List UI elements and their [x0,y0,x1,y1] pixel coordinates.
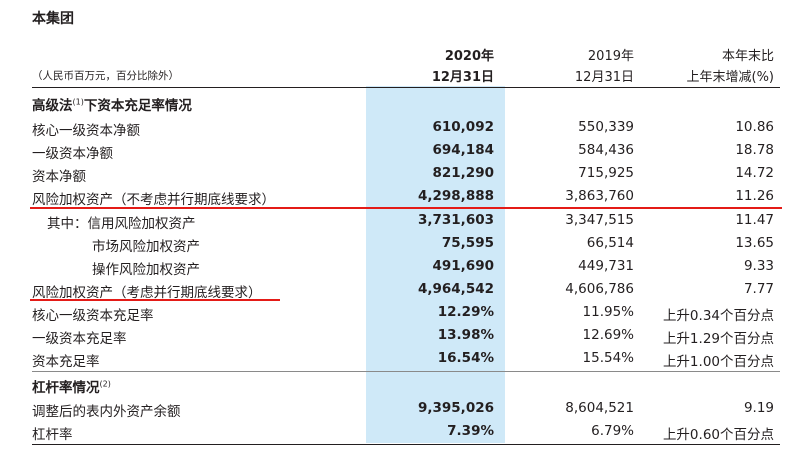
header-2019-date: 12月31日 [574,70,634,85]
header-2019-year: 2019年 [587,49,634,64]
value-2019: 3,863,760 [565,188,634,204]
table-bottom-rule [32,444,780,445]
table-row: 一级资本净额 694,184 584,436 18.78 [0,140,800,162]
value-change: 11.26 [735,188,774,204]
value-2019: 584,436 [578,142,634,158]
row-label: 资本净额 [32,169,86,185]
section-divider [32,371,780,372]
value-2020: 9,395,026 [417,400,494,416]
table-row: 市场风险加权资产 75,595 66,514 13.65 [0,233,800,255]
value-2020: 75,595 [441,235,494,251]
value-change: 9.19 [743,400,774,416]
value-2020: 7.39% [447,423,494,439]
section-leverage-title: 杠杆率情况(2) [32,376,111,397]
value-2019: 715,925 [578,165,634,181]
footnote-2: (2) [99,379,111,389]
value-change: 上升0.60个百分点 [662,427,774,443]
value-change: 10.86 [735,119,774,135]
value-2020: 821,290 [432,165,495,181]
value-2019: 3,347,515 [565,212,634,228]
header-rule [32,87,780,88]
section-advanced-suffix: 下资本充足率情况 [83,98,192,114]
value-change: 上升0.34个百分点 [662,308,774,324]
value-2020: 610,092 [432,119,495,135]
table-row: 其中：信用风险加权资产 3,731,603 3,347,515 11.47 [0,210,800,232]
table-row: 风险加权资产（考虑并行期底线要求） 4,964,542 4,606,786 7.… [0,279,800,301]
value-2019: 550,339 [578,119,634,135]
table-row: 资本充足率 16.54% 15.54% 上升1.00个百分点 [0,348,800,370]
red-separator-line [30,207,782,209]
row-label: 市场风险加权资产 [92,239,200,255]
value-2019: 15.54% [582,350,634,366]
value-change: 18.78 [735,142,774,158]
value-2019: 66,514 [586,235,634,251]
table-row: 一级资本充足率 13.98% 12.69% 上升1.29个百分点 [0,325,800,347]
value-change: 11.47 [735,212,774,228]
page-title: 本集团 [32,11,74,27]
value-2020: 4,964,542 [417,281,494,297]
value-2020: 694,184 [432,142,495,158]
row-label: 调整后的表内外资产余额 [32,404,181,420]
row-label: 风险加权资产（不考虑并行期底线要求） [32,192,275,208]
footnote-1: (1) [72,97,84,107]
table-row: 调整后的表内外资产余额 9,395,026 8,604,521 9.19 [0,398,800,420]
unit-note: （人民币百万元，百分比除外） [32,70,179,82]
value-change: 14.72 [735,165,774,181]
value-2020: 491,690 [432,258,495,274]
header-2020-year: 2020年 [444,49,494,64]
value-2019: 449,731 [578,258,634,274]
row-label: 核心一级资本充足率 [32,308,154,324]
value-2019: 11.95% [582,304,634,320]
value-2020: 13.98% [437,327,494,343]
row-label: 其中：信用风险加权资产 [47,216,196,232]
row-label: 风险加权资产（考虑并行期底线要求） [32,285,262,301]
red-underline [30,299,280,301]
section-advanced-title: 高级法(1)下资本充足率情况 [32,94,192,115]
value-2020: 12.29% [437,304,494,320]
row-label: 核心一级资本净额 [32,123,140,139]
table-row: 核心一级资本净额 610,092 550,339 10.86 [0,117,800,139]
row-label: 一级资本净额 [32,146,113,162]
value-change: 上升1.00个百分点 [662,354,774,370]
table-row: 核心一级资本充足率 12.29% 11.95% 上升0.34个百分点 [0,302,800,324]
section-advanced-label: 高级法 [32,98,73,114]
section-leverage-label: 杠杆率情况 [32,380,100,396]
value-change: 上升1.29个百分点 [662,331,774,347]
row-label: 操作风险加权资产 [92,262,200,278]
row-label: 资本充足率 [32,354,100,370]
table-row: 资本净额 821,290 715,925 14.72 [0,163,800,185]
header-change-line1: 本年末比 [721,49,774,64]
value-change: 13.65 [735,235,774,251]
table-row: 风险加权资产（不考虑并行期底线要求） 4,298,888 3,863,760 1… [0,186,800,208]
header-2020-date: 12月31日 [431,70,494,85]
header-change-line2: 上年末增减(%) [686,70,775,85]
value-2020: 3,731,603 [417,212,494,228]
value-change: 7.77 [743,281,774,297]
row-label: 一级资本充足率 [32,331,127,347]
value-2019: 6.79% [591,423,634,439]
value-2020: 4,298,888 [417,188,494,204]
table-row: 杠杆率 7.39% 6.79% 上升0.60个百分点 [0,421,800,443]
table-row: 操作风险加权资产 491,690 449,731 9.33 [0,256,800,278]
value-2020: 16.54% [437,350,494,366]
value-2019: 8,604,521 [565,400,634,416]
row-label: 杠杆率 [32,427,73,443]
value-2019: 12.69% [582,327,634,343]
value-change: 9.33 [743,258,774,274]
value-2019: 4,606,786 [565,281,634,297]
